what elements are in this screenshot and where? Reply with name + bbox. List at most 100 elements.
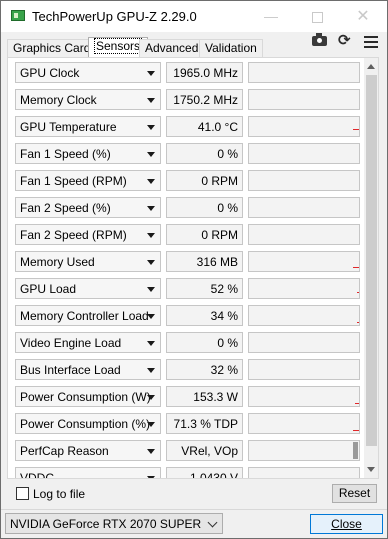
tab-validation[interactable]: Validation <box>199 39 263 57</box>
sensor-value-box: 0 % <box>166 143 243 164</box>
sensor-value: 71.3 % TDP <box>173 417 238 431</box>
sensor-value-box: 34 % <box>166 305 243 326</box>
title-bar: TechPowerUp GPU-Z 2.29.0 — ✕ <box>1 1 387 32</box>
maximize-icon <box>311 11 323 23</box>
minimize-button[interactable]: — <box>248 1 294 32</box>
sensor-value: 32 % <box>210 363 238 377</box>
gpu-select[interactable]: NVIDIA GeForce RTX 2070 SUPER <box>5 513 223 534</box>
sensor-value: 52 % <box>210 282 238 296</box>
dropdown-arrow-icon <box>147 125 155 130</box>
sensor-name-dropdown[interactable]: Bus Interface Load <box>15 359 161 380</box>
perfcap-bar <box>353 442 358 459</box>
sensor-graph-line <box>353 430 359 431</box>
sensor-value: 1965.0 MHz <box>173 66 238 80</box>
sensor-graph-line <box>355 403 359 404</box>
scroll-up-icon[interactable] <box>367 64 375 69</box>
sensor-value-box: 32 % <box>166 359 243 380</box>
sensor-name-label: PerfCap Reason <box>20 444 109 458</box>
sensor-value-box: 1.0430 V <box>166 467 243 479</box>
sensor-graph <box>248 278 360 299</box>
sensor-row: Power Consumption (W) 153.3 W <box>8 382 362 409</box>
sensor-value: VRel, VOp <box>181 444 238 458</box>
sensor-graph <box>248 116 360 137</box>
sensor-scrollbar[interactable] <box>364 58 378 478</box>
maximize-button[interactable] <box>294 1 340 32</box>
sensor-name-label: VDDC <box>20 471 55 479</box>
sensor-name-label: Fan 1 Speed (RPM) <box>20 174 127 188</box>
sensor-name-dropdown[interactable]: Fan 1 Speed (%) <box>15 143 161 164</box>
sensor-value: 0 % <box>217 336 238 350</box>
sensor-list: GPU Clock 1965.0 MHz Memory Clock 1750.2 MH… <box>8 58 362 479</box>
sensor-row: GPU Clock 1965.0 MHz <box>8 58 362 85</box>
sensor-name-dropdown[interactable]: Power Consumption (W) <box>15 386 161 407</box>
dropdown-arrow-icon <box>147 206 155 211</box>
sensor-name-dropdown[interactable]: GPU Temperature <box>15 116 161 137</box>
sensor-value-box: 0 % <box>166 332 243 353</box>
sensor-value-box: 1750.2 MHz <box>166 89 243 110</box>
window-close-button[interactable]: ✕ <box>340 1 386 32</box>
dropdown-arrow-icon <box>147 476 155 478</box>
refresh-icon[interactable]: ⟳ <box>338 33 351 48</box>
gpu-select-value: NVIDIA GeForce RTX 2070 SUPER <box>10 517 202 531</box>
sensor-name-dropdown[interactable]: Power Consumption (%) <box>15 413 161 434</box>
sensor-graph <box>248 332 360 353</box>
sensor-value-box: 0 RPM <box>166 170 243 191</box>
dropdown-arrow-icon <box>147 287 155 292</box>
sensor-name-dropdown[interactable]: Fan 2 Speed (RPM) <box>15 224 161 245</box>
sensor-graph-line <box>357 292 359 293</box>
tab-advanced[interactable]: Advanced <box>139 39 205 57</box>
sensor-row: VDDC 1.0430 V <box>8 463 362 479</box>
sensor-name-dropdown[interactable]: GPU Clock <box>15 62 161 83</box>
sensor-graph <box>248 386 360 407</box>
sensor-name-dropdown[interactable]: Fan 1 Speed (RPM) <box>15 170 161 191</box>
sensor-name-dropdown[interactable]: Memory Clock <box>15 89 161 110</box>
sensor-name-label: Fan 2 Speed (%) <box>20 201 111 215</box>
sensor-graph <box>248 224 360 245</box>
sensor-value-box: VRel, VOp <box>166 440 243 461</box>
sensor-value: 34 % <box>210 309 238 323</box>
sensor-name-label: Memory Controller Load <box>20 309 149 323</box>
close-button[interactable]: Close <box>310 514 383 534</box>
footer-separator <box>1 509 387 510</box>
sensor-name-dropdown[interactable]: VDDC <box>15 467 161 479</box>
dropdown-arrow-icon <box>147 71 155 76</box>
gpuz-app-icon <box>11 10 25 21</box>
sensor-row: Memory Controller Load 34 % <box>8 301 362 328</box>
tab-strip: Graphics Card Sensors Advanced Validatio… <box>1 32 387 58</box>
sensor-row: Fan 1 Speed (%) 0 % <box>8 139 362 166</box>
scroll-thumb[interactable] <box>366 75 377 446</box>
dropdown-arrow-icon <box>147 152 155 157</box>
sensor-value: 0 % <box>217 147 238 161</box>
sensor-value: 1.0430 V <box>189 471 238 479</box>
sensor-value-box: 71.3 % TDP <box>166 413 243 434</box>
sensor-graph <box>248 359 360 380</box>
sensor-name-dropdown[interactable]: Memory Used <box>15 251 161 272</box>
dropdown-arrow-icon <box>147 314 155 319</box>
sensor-name-dropdown[interactable]: GPU Load <box>15 278 161 299</box>
sensor-graph-line <box>353 267 359 268</box>
sensor-row: Video Engine Load 0 % <box>8 328 362 355</box>
sensor-row: Fan 2 Speed (RPM) 0 RPM <box>8 220 362 247</box>
sensor-value: 0 RPM <box>201 174 238 188</box>
sensor-graph <box>248 413 360 434</box>
log-to-file-checkbox[interactable] <box>16 487 29 500</box>
sensor-graph <box>248 170 360 191</box>
dropdown-arrow-icon <box>147 98 155 103</box>
reset-button[interactable]: Reset <box>332 484 377 503</box>
sensor-name-dropdown[interactable]: Video Engine Load <box>15 332 161 353</box>
sensor-graph <box>248 197 360 218</box>
sensor-row: PerfCap Reason VRel, VOp <box>8 436 362 463</box>
scroll-down-icon[interactable] <box>367 467 375 472</box>
sensor-name-dropdown[interactable]: Memory Controller Load <box>15 305 161 326</box>
dropdown-arrow-icon <box>147 368 155 373</box>
tab-graphics-card[interactable]: Graphics Card <box>7 39 97 57</box>
dropdown-arrow-icon <box>147 422 155 427</box>
camera-icon[interactable] <box>312 33 327 46</box>
sensor-value: 153.3 W <box>193 390 238 404</box>
dropdown-arrow-icon <box>147 341 155 346</box>
sensor-name-dropdown[interactable]: Fan 2 Speed (%) <box>15 197 161 218</box>
sensor-row: Bus Interface Load 32 % <box>8 355 362 382</box>
menu-icon[interactable] <box>364 36 378 51</box>
sensor-name-label: Memory Clock <box>20 93 97 107</box>
sensor-name-dropdown[interactable]: PerfCap Reason <box>15 440 161 461</box>
